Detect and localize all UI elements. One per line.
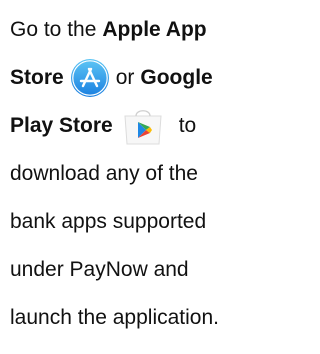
instruction-line-1: Go to the Apple App bbox=[10, 6, 301, 54]
to-text: to bbox=[178, 114, 197, 137]
google-play-icon bbox=[119, 106, 167, 146]
instruction-line-5: bank apps supported bbox=[10, 210, 207, 233]
or-text: or bbox=[115, 66, 135, 89]
instruction-line-6: under PayNow and bbox=[10, 258, 189, 281]
line1-prefix: Go to the bbox=[10, 18, 97, 41]
apple-app-text: Apple App bbox=[102, 18, 207, 41]
app-store-icon bbox=[70, 58, 110, 98]
instruction-line-4: download any of the bbox=[10, 162, 198, 185]
instruction-text: Go to the Apple App Store or Google Play… bbox=[10, 6, 301, 342]
google-text: Google bbox=[140, 66, 213, 89]
play-store-text: Play Store bbox=[10, 114, 113, 137]
store-text: Store bbox=[10, 66, 64, 89]
instruction-line-2: Store or Google bbox=[10, 54, 301, 102]
instruction-line-3: Play Store to bbox=[10, 102, 301, 150]
instruction-line-7: launch the application. bbox=[10, 306, 219, 329]
